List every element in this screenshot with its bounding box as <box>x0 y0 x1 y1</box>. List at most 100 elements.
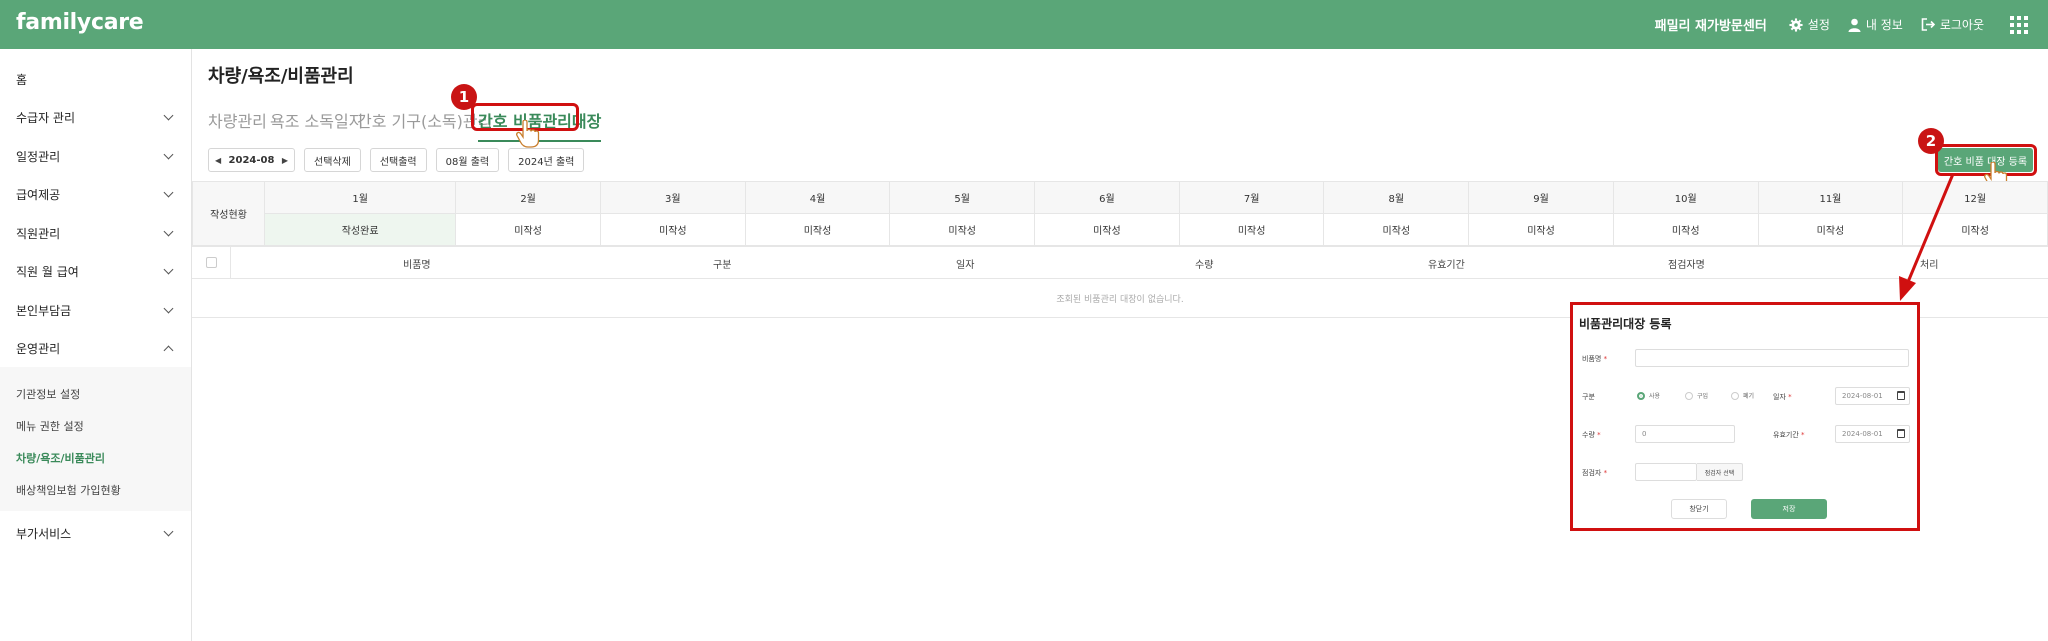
myinfo-label: 내 정보 <box>1865 18 1903 32</box>
logout-label: 로그아웃 <box>1939 18 1984 32</box>
status-row-header: 작성현황 <box>192 181 265 246</box>
sidebar-item-addon-services[interactable]: 부가서비스 <box>16 523 176 543</box>
app-logo[interactable]: familycare <box>16 10 144 35</box>
tab-vehicle[interactable]: 차량관리 <box>208 108 267 132</box>
month-picker[interactable]: ◀ 2024-08 ▶ <box>208 148 295 172</box>
month-status-row: 작성완료 미작성 미작성 미작성 미작성 미작성 미작성 미작성 미작성 미작성… <box>193 213 2048 246</box>
print-month-button[interactable]: 08월 출력 <box>435 148 500 172</box>
tab-bath-disinfection[interactable]: 욕조 소독일지 <box>270 108 363 132</box>
month-status-cell[interactable]: 미작성 <box>889 213 1036 246</box>
chevron-down-icon <box>163 526 174 536</box>
step-badge-2: 2 <box>1918 128 1944 154</box>
sidebar-item-label: 일정관리 <box>16 149 61 164</box>
month-status-cell[interactable]: 미작성 <box>1757 213 1904 246</box>
sidebar-item-label: 홈 <box>16 72 28 87</box>
page-title: 차량/욕조/비품관리 <box>208 66 354 87</box>
save-button[interactable]: 저장 <box>1751 499 1827 519</box>
type-radio-use[interactable]: 사용 <box>1637 391 1660 400</box>
type-radio-dispose[interactable]: 폐기 <box>1731 391 1754 400</box>
sidebar-item-label: 부가서비스 <box>16 526 72 541</box>
chevron-down-icon <box>163 110 174 120</box>
sidebar-item-label: 직원관리 <box>16 226 61 241</box>
month-header-row: 작성현황 1월 2월 3월 4월 5월 6월 7월 8월 9월 10월 11월 … <box>192 181 2048 246</box>
chevron-down-icon <box>163 149 174 159</box>
month-header: 9월 <box>1468 181 1614 214</box>
date-label: 일자 * <box>1773 393 1792 401</box>
chevron-up-icon <box>163 345 174 355</box>
logout-icon <box>1921 18 1935 31</box>
submenu-vehicle-bath-supplies[interactable]: 차량/욕조/비품관리 <box>16 450 105 466</box>
submenu-org-settings[interactable]: 기관정보 설정 <box>16 386 80 402</box>
caret-right-icon[interactable]: ▶ <box>282 156 288 165</box>
month-status-cell[interactable]: 작성완료 <box>263 213 457 246</box>
delete-selected-button[interactable]: 선택삭제 <box>304 148 361 172</box>
step-badge-1: 1 <box>451 84 477 110</box>
gear-icon <box>1789 17 1803 32</box>
center-name: 패밀리 재가방문센터 <box>1654 19 1767 34</box>
month-value: 2024-08 <box>228 154 275 166</box>
month-status-cell[interactable]: 미작성 <box>1178 213 1325 246</box>
quantity-label: 수량 * <box>1582 431 1601 439</box>
sidebar-item-benefits[interactable]: 급여제공 <box>16 184 176 204</box>
close-button[interactable]: 창닫기 <box>1671 499 1727 519</box>
month-header: 4월 <box>744 181 891 214</box>
sidebar-item-schedule[interactable]: 일정관리 <box>16 146 176 166</box>
top-right-menu: 패밀리 재가방문센터 설정 내 정보 로그아웃 <box>1655 0 2028 49</box>
sidebar-item-label: 운영관리 <box>16 341 61 356</box>
date-input[interactable]: 2024-08-01 <box>1835 387 1910 405</box>
print-year-button[interactable]: 2024년 출력 <box>508 148 585 172</box>
month-status-cell[interactable]: 미작성 <box>1034 213 1180 246</box>
caret-left-icon[interactable]: ◀ <box>215 156 221 165</box>
column-header: 처리 <box>1920 260 1939 271</box>
month-header: 5월 <box>889 181 1036 214</box>
inspector-input[interactable] <box>1635 463 1697 481</box>
type-radio-purchase[interactable]: 구입 <box>1685 391 1708 400</box>
myinfo-link[interactable]: 내 정보 <box>1848 16 1903 33</box>
month-header: 1월 <box>263 181 457 214</box>
print-selected-button[interactable]: 선택출력 <box>369 148 427 172</box>
month-header: 10월 <box>1612 181 1759 214</box>
calendar-icon[interactable] <box>1897 391 1905 400</box>
item-name-input[interactable] <box>1635 349 1909 367</box>
pointer-hand-icon <box>516 120 540 148</box>
radio-label: 폐기 <box>1743 393 1755 400</box>
sidebar-item-staff[interactable]: 직원관리 <box>16 223 176 243</box>
month-status-cell[interactable]: 미작성 <box>455 213 601 246</box>
type-label: 구분 <box>1582 393 1595 401</box>
sidebar-item-recipients[interactable]: 수급자 관리 <box>16 107 176 127</box>
submenu-menu-permissions[interactable]: 메뉴 권한 설정 <box>16 418 84 434</box>
column-header: 구분 <box>713 260 732 271</box>
logout-link[interactable]: 로그아웃 <box>1921 16 1984 33</box>
month-status-cell[interactable]: 미작성 <box>1902 213 2048 246</box>
sidebar-item-operations[interactable]: 운영관리 <box>16 338 176 358</box>
modal-title: 비품관리대장 등록 <box>1579 317 1672 331</box>
month-status-cell[interactable]: 미작성 <box>1468 213 1614 246</box>
month-status-cell[interactable]: 미작성 <box>744 213 891 246</box>
apps-grid-icon[interactable] <box>2010 15 2028 34</box>
calendar-icon[interactable] <box>1897 429 1905 438</box>
radio-label: 사용 <box>1649 393 1661 400</box>
inspector-label: 점검자 * <box>1582 469 1608 477</box>
settings-link[interactable]: 설정 <box>1789 16 1830 33</box>
select-all-checkbox[interactable] <box>206 257 217 268</box>
month-status-cell[interactable]: 미작성 <box>599 213 746 246</box>
chevron-down-icon <box>163 303 174 313</box>
column-header: 수량 <box>1195 260 1214 271</box>
expiry-date-input[interactable]: 2024-08-01 <box>1835 425 1910 443</box>
submenu-liability-insurance[interactable]: 배상책임보험 가입현황 <box>16 482 121 498</box>
sidebar-item-payroll[interactable]: 직원 월 급여 <box>16 261 176 281</box>
select-inspector-button[interactable]: 점검자 선택 <box>1697 463 1743 481</box>
quantity-input[interactable]: 0 <box>1635 425 1735 443</box>
user-icon <box>1848 18 1861 32</box>
month-header: 11월 <box>1757 181 1904 214</box>
sidebar-item-label: 급여제공 <box>16 187 61 202</box>
month-header: 2월 <box>455 181 601 214</box>
month-status-cell[interactable]: 미작성 <box>1612 213 1759 246</box>
sidebar-item-copayment[interactable]: 본인부담금 <box>16 300 176 320</box>
column-header: 일자 <box>956 260 975 271</box>
register-modal: 비품관리대장 등록 비품명 * 구분 사용 구입 폐기 일자 * 2024-08… <box>1570 302 1920 531</box>
month-status-cell[interactable]: 미작성 <box>1323 213 1470 246</box>
sidebar-item-home[interactable]: 홈 <box>16 69 176 89</box>
sidebar: 홈 수급자 관리 일정관리 급여제공 직원관리 직원 월 급여 본인부담금 운영… <box>0 49 192 641</box>
operations-submenu-bg: 기관정보 설정 메뉴 권한 설정 차량/욕조/비품관리 배상책임보험 가입현황 <box>0 367 191 511</box>
